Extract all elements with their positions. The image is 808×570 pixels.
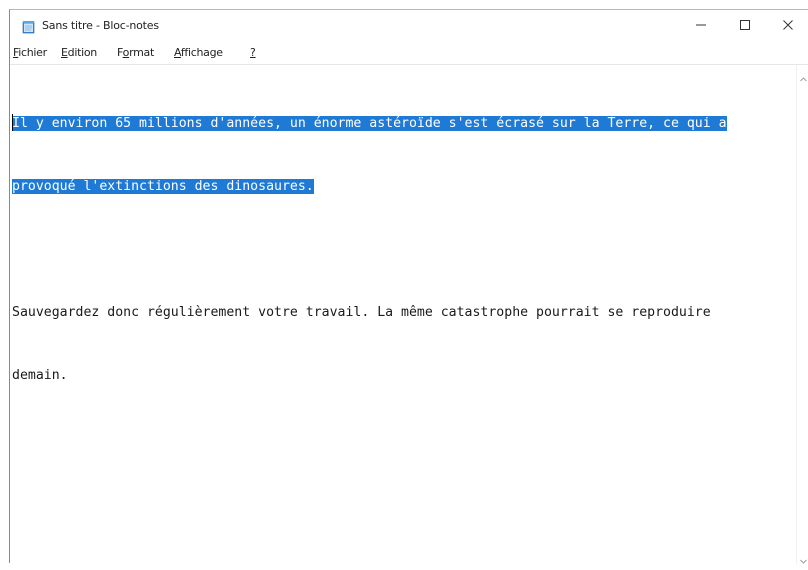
menu-edition-accel: E <box>61 46 68 59</box>
scroll-down-icon[interactable] <box>799 551 808 564</box>
selected-text-line-2: provoqué l'extinctions des dinosaures. <box>12 179 314 194</box>
minimize-icon <box>695 16 707 35</box>
text-line-5: demain. <box>12 368 68 383</box>
menu-help[interactable]: ? <box>250 46 256 59</box>
close-icon <box>782 16 794 35</box>
text-line-3 <box>12 239 796 260</box>
menu-edition[interactable]: Edition <box>61 46 97 59</box>
menu-format[interactable]: Format <box>117 46 154 59</box>
menu-fichier[interactable]: Fichier <box>13 46 47 59</box>
title-bar[interactable]: Sans titre - Bloc-notes <box>10 10 808 42</box>
vertical-scrollbar[interactable] <box>796 65 808 564</box>
notepad-window: Sans titre - Bloc-notes Fichier Edition … <box>9 9 808 564</box>
text-line-2: provoqué l'extinctions des dinosaures. <box>12 176 796 197</box>
selected-text-line-1: Il y environ 65 millions d'années, un én… <box>12 116 727 131</box>
menu-affichage[interactable]: Affichage <box>174 46 223 59</box>
text-line-4: Sauvegardez donc régulièrement votre tra… <box>12 305 711 320</box>
text-line-1: Il y environ 65 millions d'années, un én… <box>12 113 796 134</box>
scroll-up-icon[interactable] <box>799 69 808 82</box>
minimize-button[interactable] <box>680 10 722 40</box>
menu-bar: Fichier Edition Format Affichage ? <box>10 42 808 65</box>
menu-edition-label: dition <box>67 46 98 59</box>
text-caret <box>12 114 13 131</box>
menu-fichier-label: ichier <box>18 46 47 59</box>
maximize-icon <box>739 16 751 35</box>
maximize-button[interactable] <box>724 10 766 40</box>
text-editor[interactable]: Il y environ 65 millions d'années, un én… <box>10 65 796 564</box>
menu-format-label: rmat <box>129 46 154 59</box>
close-button[interactable] <box>767 10 808 40</box>
notepad-icon <box>22 19 36 34</box>
menu-affichage-accel: A <box>174 46 181 59</box>
window-title: Sans titre - Bloc-notes <box>42 19 159 32</box>
menu-affichage-label: ffichage <box>180 46 223 59</box>
